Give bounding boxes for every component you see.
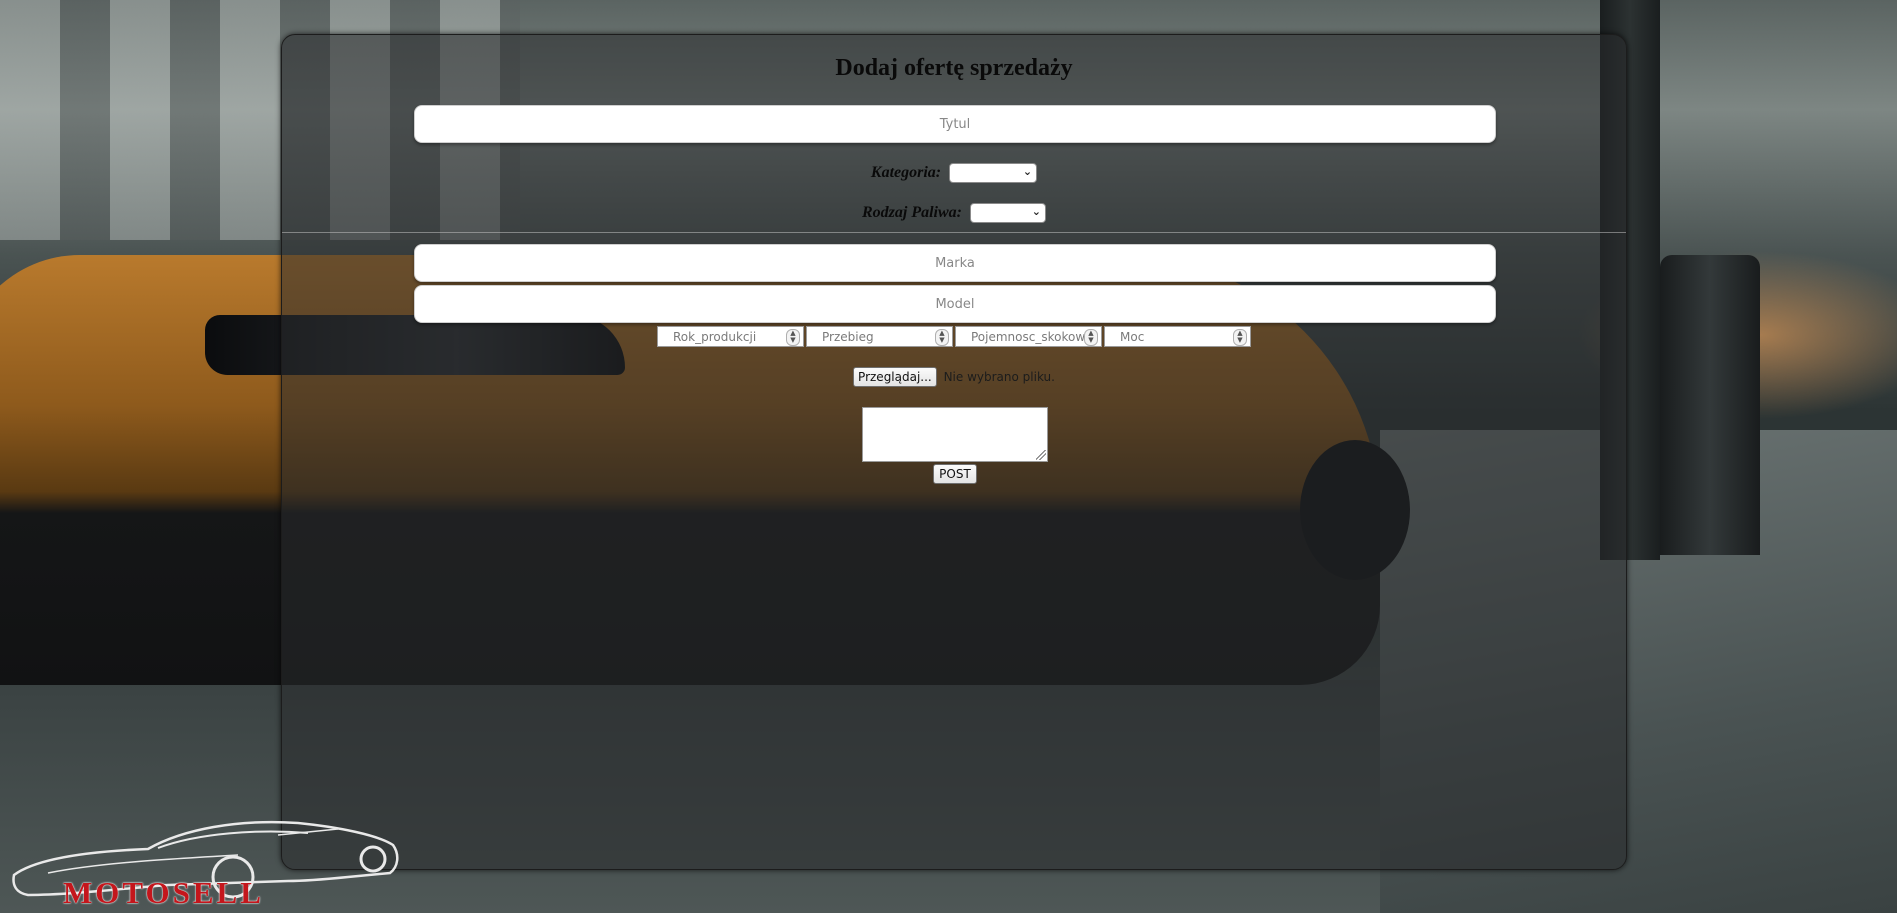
chevron-down-icon: ⌄: [1022, 165, 1033, 178]
number-spinner-icon[interactable]: ▲ ▼: [1233, 329, 1247, 346]
fuel-label: Rodzaj Paliwa:: [861, 204, 962, 221]
year-input[interactable]: [670, 327, 791, 346]
brand-input[interactable]: [414, 244, 1496, 282]
power-field[interactable]: ▲▼: [1104, 326, 1251, 347]
engine-capacity-field[interactable]: ▲▼: [955, 326, 1102, 347]
logo-text: MOTOSELL: [63, 875, 264, 910]
year-field[interactable]: ▲▼: [657, 326, 804, 347]
section-divider: [282, 232, 1626, 233]
engine-capacity-input[interactable]: [968, 327, 1089, 346]
file-status-text: Nie wybrano pliku.: [943, 370, 1055, 384]
fuel-row: Rodzaj Paliwa: ⌄: [282, 203, 1626, 223]
post-button[interactable]: POST: [933, 464, 977, 484]
mileage-input[interactable]: [819, 327, 940, 346]
resize-grip-icon[interactable]: [1036, 450, 1046, 460]
category-label: Kategoria:: [870, 164, 942, 181]
number-spinner-icon[interactable]: ▲ ▼: [935, 329, 949, 346]
category-select[interactable]: ⌄: [949, 163, 1038, 183]
motosell-logo: MOTOSELL: [8, 815, 403, 910]
number-spinner-icon[interactable]: ▲ ▼: [1084, 329, 1098, 346]
file-upload-row: Przeglądaj... Nie wybrano pliku.: [282, 367, 1626, 387]
description-textarea[interactable]: [862, 407, 1048, 462]
background-parking-meter: [1660, 255, 1760, 555]
number-spinner-icon[interactable]: ▲ ▼: [786, 329, 800, 346]
category-row: Kategoria: ⌄: [282, 163, 1626, 183]
browse-button[interactable]: Przeglądaj...: [853, 367, 937, 387]
page-title: Dodaj ofertę sprzedaży: [835, 55, 1073, 81]
title-input[interactable]: [414, 105, 1496, 143]
add-offer-panel: Dodaj ofertę sprzedaży Kategoria: ⌄ Rodz…: [281, 34, 1627, 870]
mileage-field[interactable]: ▲▼: [806, 326, 953, 347]
model-input[interactable]: [414, 285, 1496, 323]
chevron-down-icon: ⌄: [1031, 205, 1041, 218]
fuel-select[interactable]: ⌄: [970, 203, 1046, 223]
power-input[interactable]: [1117, 327, 1238, 346]
numeric-fields-row: ▲▼ ▲▼ ▲▼ ▲▼: [282, 326, 1626, 347]
